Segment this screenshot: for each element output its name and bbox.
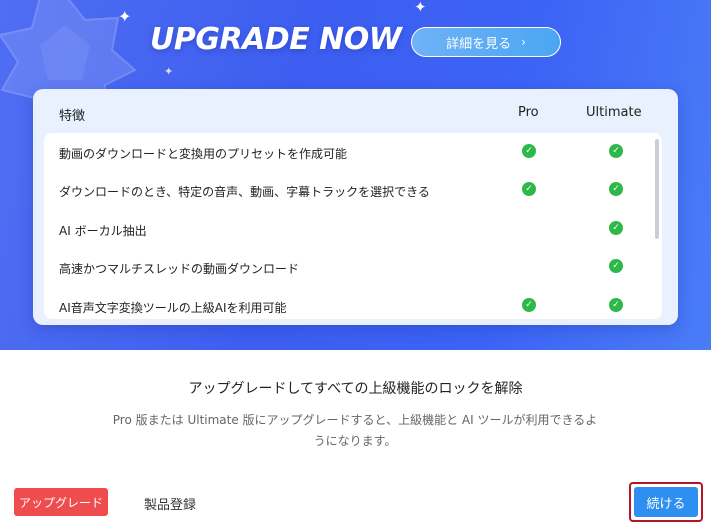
table-body[interactable]: 動画のダウンロードと変換用のプリセットを作成可能 ✓ ✓ ダウンロードのとき、特…	[44, 133, 662, 319]
check-icon: ✓	[522, 182, 536, 196]
header-feature: 特徴	[59, 109, 86, 124]
check-icon: ✓	[609, 221, 623, 235]
table-row: 高速かつマルチスレッドの動画ダウンロード ✓	[44, 248, 654, 286]
table-row: AI音声文字変換ツールの上級AIを利用可能 ✓ ✓	[44, 287, 654, 319]
sparkle-icon: ✦	[414, 0, 427, 16]
upgrade-button[interactable]: アップグレード	[14, 488, 108, 516]
upgrade-banner: ✦ ✦ ✦ UPGRADE NOW 詳細を見る › 特徴 Pro Ultimat…	[0, 0, 711, 350]
continue-button-focus-ring: 続ける	[629, 482, 703, 522]
prompt-title: アップグレードしてすべての上級機能のロックを解除	[188, 381, 523, 397]
prompt-description: Pro 版または Ultimate 版にアップグレードすると、上級機能と AI …	[112, 413, 598, 448]
feature-label: 動画のダウンロードと変換用のプリセットを作成可能	[59, 147, 348, 161]
banner-title: UPGRADE NOW	[150, 22, 402, 57]
register-product-link[interactable]: 製品登録	[144, 494, 196, 513]
table-header: 特徴 Pro Ultimate	[33, 89, 678, 133]
header-pro: Pro	[518, 105, 539, 120]
sparkle-icon: ✦	[164, 65, 174, 78]
table-row: ダウンロードのとき、特定の音声、動画、字幕トラックを選択できる ✓ ✓	[44, 171, 654, 209]
check-icon: ✓	[522, 144, 536, 158]
check-icon: ✓	[522, 298, 536, 312]
scrollbar[interactable]	[655, 139, 659, 239]
details-button[interactable]: 詳細を見る ›	[411, 27, 561, 57]
feature-label: ダウンロードのとき、特定の音声、動画、字幕トラックを選択できる	[59, 185, 430, 199]
check-icon: ✓	[609, 259, 623, 273]
sparkle-icon: ✦	[118, 7, 132, 26]
chevron-right-icon: ›	[521, 35, 526, 49]
continue-button[interactable]: 続ける	[634, 487, 698, 517]
feature-label: AI ボーカル抽出	[59, 224, 147, 238]
details-button-label: 詳細を見る	[446, 36, 512, 52]
table-row: 動画のダウンロードと変換用のプリセットを作成可能 ✓ ✓	[44, 133, 654, 171]
feature-label: AI音声文字変換ツールの上級AIを利用可能	[59, 301, 287, 315]
feature-comparison-table: 特徴 Pro Ultimate 動画のダウンロードと変換用のプリセットを作成可能…	[33, 89, 678, 325]
check-icon: ✓	[609, 182, 623, 196]
check-icon: ✓	[609, 144, 623, 158]
header-ultimate: Ultimate	[586, 105, 642, 120]
check-icon: ✓	[609, 298, 623, 312]
table-row: AI ボーカル抽出 ✓	[44, 210, 654, 248]
feature-label: 高速かつマルチスレッドの動画ダウンロード	[59, 262, 300, 276]
